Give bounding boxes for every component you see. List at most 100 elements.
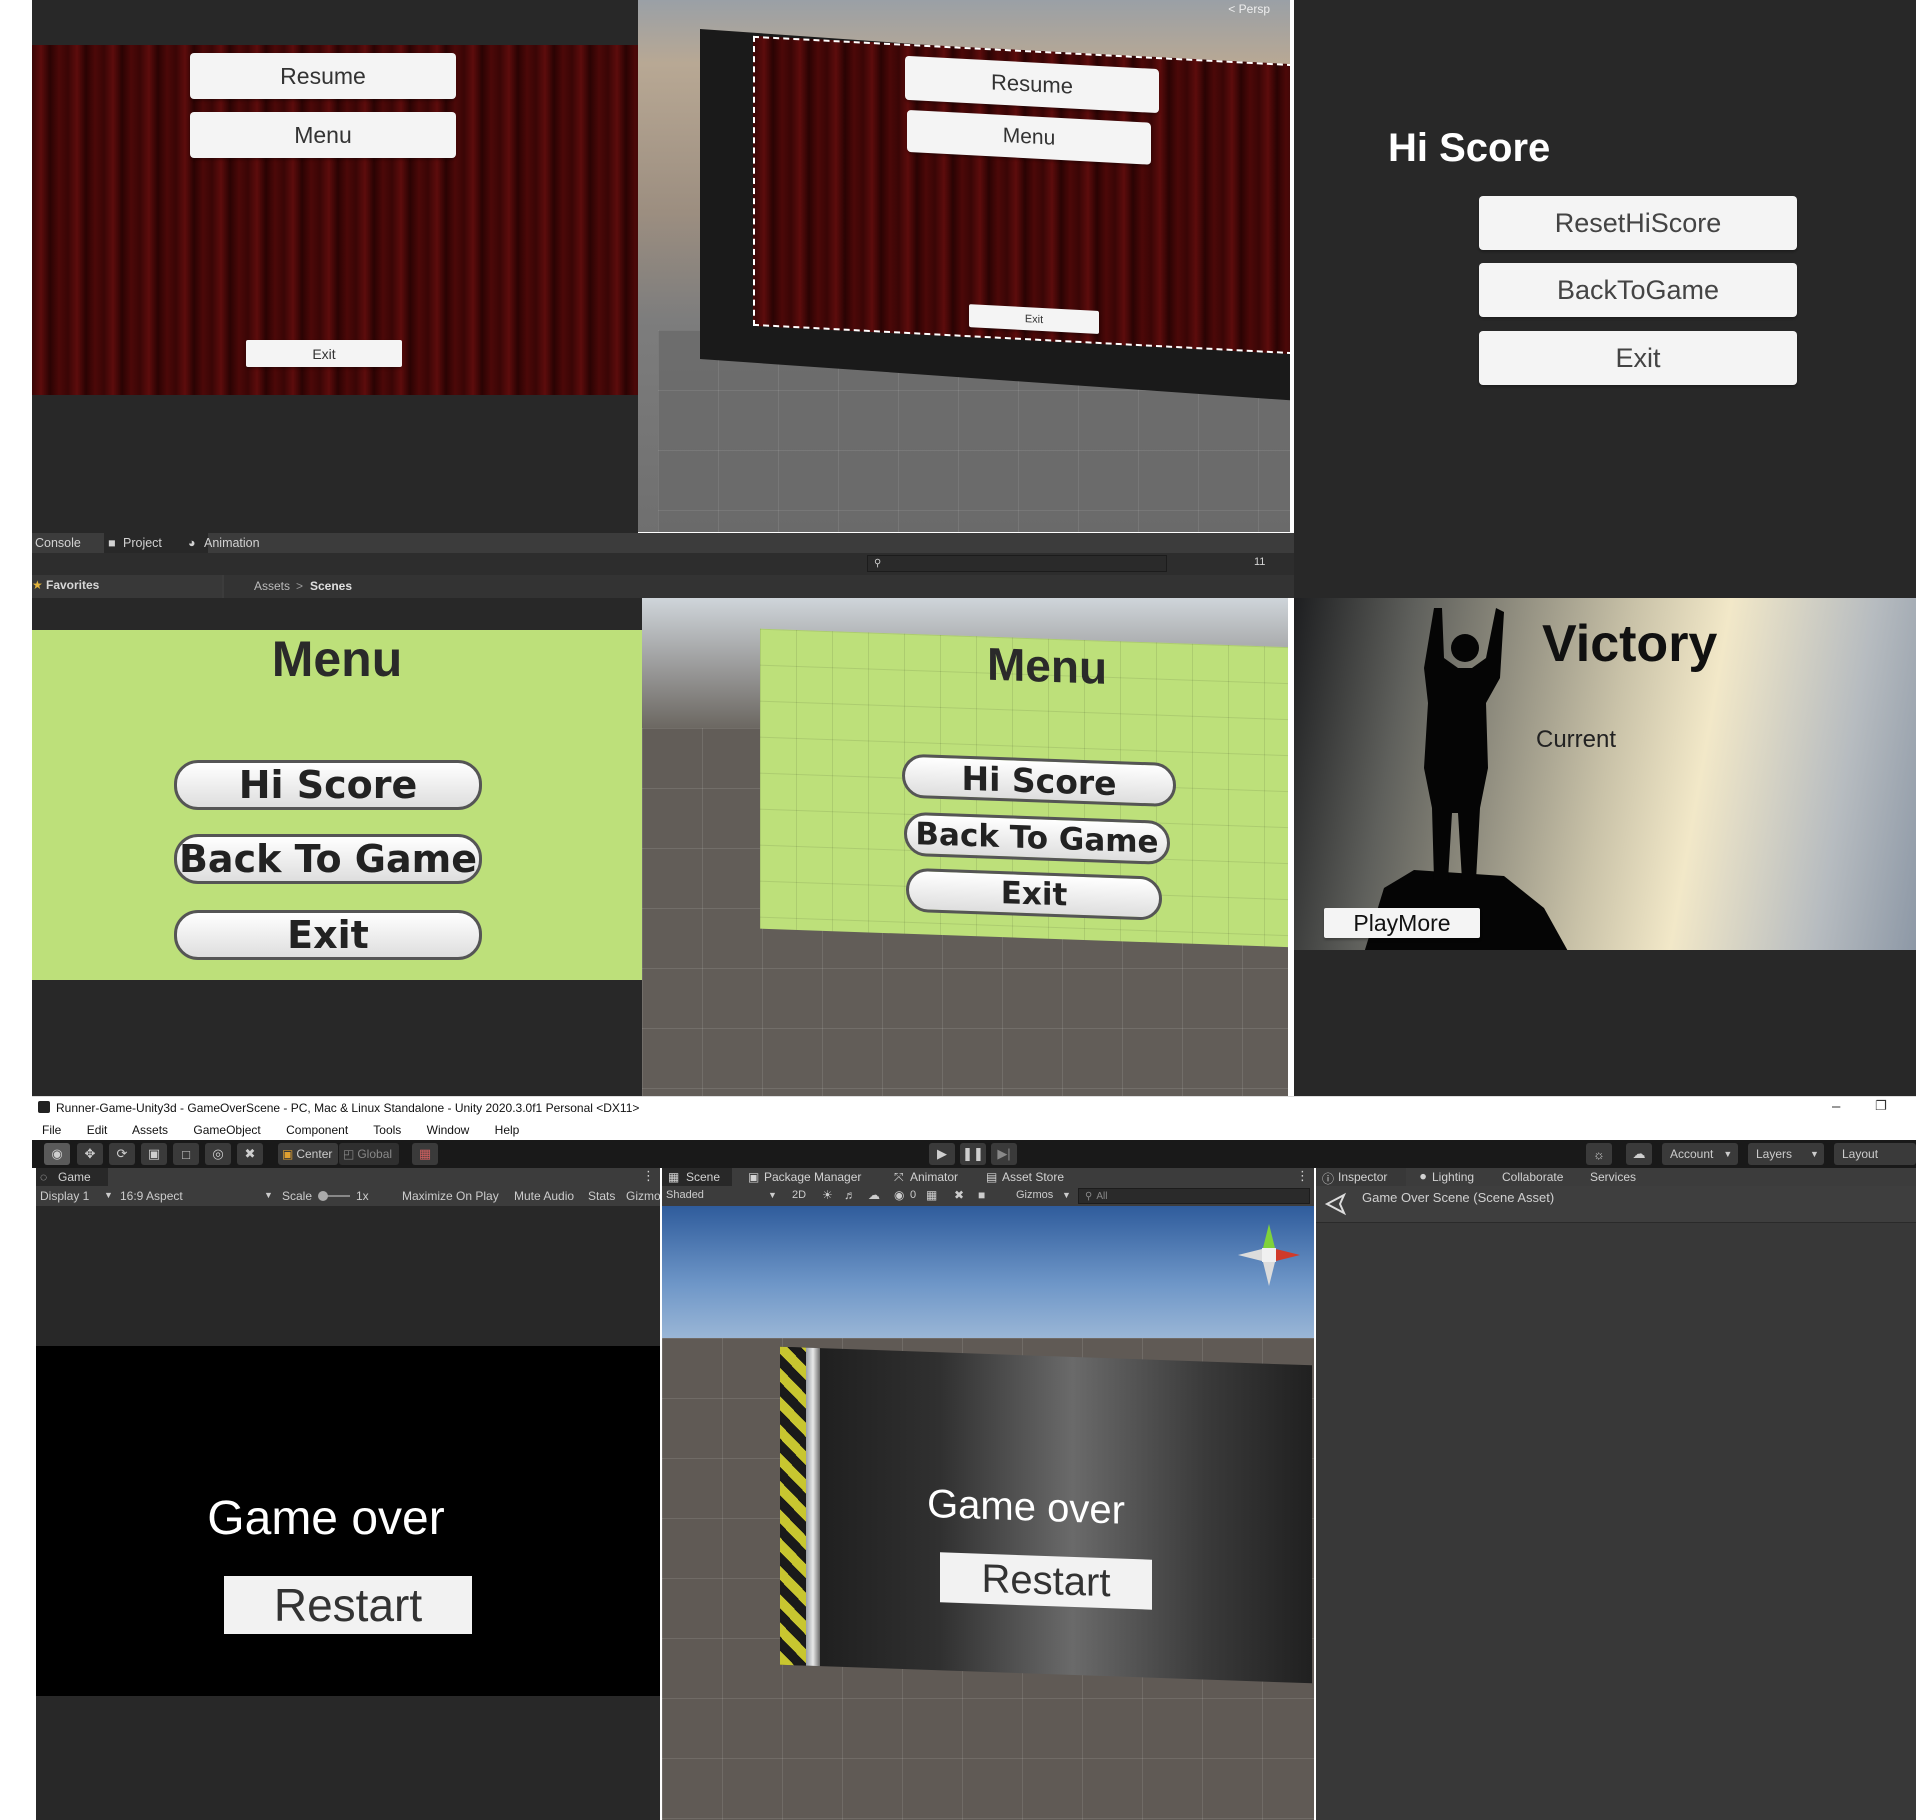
camera-icon[interactable]: ■ — [978, 1188, 985, 1202]
audio-icon[interactable]: ♬ — [844, 1188, 856, 1202]
restart-button[interactable]: Restart — [224, 1576, 472, 1634]
back-to-game-button[interactable]: Back To Game — [904, 811, 1170, 865]
maximize-on-play-toggle[interactable]: Maximize On Play — [402, 1189, 499, 1203]
snap-grid-icon[interactable]: ▦ — [412, 1143, 438, 1165]
tools-icon[interactable]: ✖ — [954, 1188, 964, 1202]
pause-icon[interactable]: ❚❚ — [960, 1143, 986, 1165]
persp-label[interactable]: < Persp — [1228, 2, 1270, 16]
view-tool-icon[interactable]: ◉ — [44, 1143, 70, 1165]
pivot-center-label: Center — [296, 1147, 333, 1161]
unity-scene-icon — [1324, 1192, 1347, 1216]
mute-audio-toggle[interactable]: Mute Audio — [514, 1189, 574, 1203]
menu-edit[interactable]: Edit — [87, 1123, 108, 1137]
move-tool-icon[interactable]: ✥ — [77, 1143, 103, 1165]
display-dropdown[interactable]: Display 1 — [40, 1189, 89, 1203]
play-icon[interactable]: ▶ — [929, 1143, 955, 1165]
scale-tool-icon[interactable]: ▣ — [141, 1143, 167, 1165]
gizmos-toggle[interactable]: Gizmo — [626, 1189, 660, 1203]
cloud-icon[interactable]: ☁ — [1626, 1143, 1652, 1165]
tab-animator[interactable]: Animator — [910, 1170, 958, 1184]
transform-tool-icon[interactable]: ◎ — [205, 1143, 231, 1165]
menu-button[interactable]: Menu — [907, 109, 1151, 165]
tab-services[interactable]: Services — [1590, 1170, 1636, 1184]
step-icon[interactable]: ▶| — [991, 1143, 1017, 1165]
exit-button[interactable]: Exit — [969, 304, 1099, 334]
menu-file[interactable]: File — [42, 1123, 61, 1137]
hidden-count[interactable]: 11 — [1254, 556, 1265, 568]
scene-view-pause[interactable]: < Persp Resume Menu Exit — [638, 0, 1290, 532]
more-options-icon[interactable]: ⋮ — [642, 1168, 655, 1184]
services-icon[interactable]: ☼ — [1586, 1143, 1612, 1165]
tab-game[interactable]: ◌ Game — [36, 1168, 108, 1186]
scene-view-menu[interactable]: Menu Hi Score Back To Game Exit — [642, 598, 1288, 1096]
pivot-center-toggle[interactable]: ▣ Center — [278, 1143, 338, 1165]
aspect-dropdown[interactable]: 16:9 Aspect — [120, 1189, 183, 1203]
mode-2d-toggle[interactable]: 2D — [792, 1189, 806, 1201]
scene-toolbar: Shaded ▼ 2D ☀ ♬ ☁ ◉ 0 ▦ ✖ ■ Gizmos ▼ ⚲ Al… — [662, 1186, 1314, 1206]
scene-search-input[interactable]: ⚲ All — [1078, 1188, 1310, 1204]
resume-button[interactable]: Resume — [905, 55, 1159, 114]
menu-game-top-bar — [32, 598, 642, 630]
scale-slider-handle[interactable] — [318, 1191, 328, 1201]
restart-button[interactable]: Restart — [940, 1552, 1152, 1610]
minimize-icon[interactable]: – — [1832, 1098, 1840, 1115]
grid-toggle-icon[interactable]: ▦ — [926, 1188, 937, 1202]
menu-button[interactable]: Menu — [190, 112, 456, 158]
hiscore-button[interactable]: Hi Score — [174, 760, 482, 810]
menu-bar: File Edit Assets GameObject Component To… — [32, 1120, 1916, 1140]
tab-package-manager[interactable]: Package Manager — [764, 1170, 861, 1184]
rect-tool-icon[interactable]: □ — [173, 1143, 199, 1165]
reset-hiscore-button[interactable]: ResetHiScore — [1479, 196, 1797, 250]
menu-assets[interactable]: Assets — [132, 1123, 168, 1137]
exit-button[interactable]: Exit — [1479, 331, 1797, 385]
effects-icon[interactable]: ☁ — [868, 1188, 880, 1202]
breadcrumb-assets[interactable]: Assets — [254, 579, 290, 593]
favorites-label[interactable]: Favorites — [46, 578, 99, 592]
more-options-icon[interactable]: ⋮ — [1296, 1168, 1309, 1184]
scene-gizmo-icon[interactable] — [1232, 1218, 1306, 1292]
animator-icon: ⤧ — [894, 1170, 904, 1184]
breadcrumb-scenes[interactable]: Scenes — [310, 579, 352, 593]
rotate-tool-icon[interactable]: ⟳ — [109, 1143, 135, 1165]
resume-button[interactable]: Resume — [190, 53, 456, 99]
menu-window[interactable]: Window — [427, 1123, 470, 1137]
tab-lighting[interactable]: Lighting — [1432, 1170, 1474, 1184]
search-icon[interactable]: ⚲ — [867, 555, 1167, 572]
visibility-icon[interactable]: ◉ — [894, 1188, 904, 1202]
lighting-icon[interactable]: ☀ — [822, 1188, 833, 1202]
hiscore-button[interactable]: Hi Score — [902, 753, 1176, 808]
pivot-global-toggle[interactable]: ◰ Global — [339, 1143, 399, 1165]
info-icon: ⓘ — [1322, 1172, 1335, 1186]
tab-project[interactable]: Project — [123, 536, 162, 550]
playmore-button[interactable]: PlayMore — [1324, 908, 1480, 938]
restore-icon[interactable]: ❐ — [1875, 1098, 1887, 1114]
tab-inspector[interactable]: ⓘ Inspector — [1316, 1168, 1406, 1186]
exit-button[interactable]: Exit — [906, 867, 1162, 921]
back-to-game-button[interactable]: Back To Game — [174, 834, 482, 884]
game-canvas: Game over Restart — [36, 1346, 660, 1696]
menu-component[interactable]: Component — [286, 1123, 348, 1137]
stats-toggle[interactable]: Stats — [588, 1189, 615, 1203]
chevron-down-icon: ▼ — [1810, 1149, 1819, 1159]
menu-tools[interactable]: Tools — [373, 1123, 401, 1137]
account-dropdown[interactable]: Account ▼ — [1662, 1143, 1738, 1165]
gizmos-dropdown[interactable]: Gizmos — [1016, 1189, 1053, 1201]
tab-console[interactable]: Console — [35, 536, 81, 550]
layers-dropdown[interactable]: Layers ▼ — [1748, 1143, 1824, 1165]
back-to-game-button[interactable]: BackToGame — [1479, 263, 1797, 317]
menu-canvas: Menu Hi Score Back To Game Exit — [760, 628, 1288, 948]
layout-dropdown[interactable]: Layout — [1834, 1143, 1916, 1165]
tab-scene[interactable]: ▦ Scene — [662, 1168, 732, 1186]
exit-button[interactable]: Exit — [246, 340, 402, 367]
shaded-dropdown[interactable]: Shaded — [666, 1189, 704, 1201]
exit-button[interactable]: Exit — [174, 910, 482, 960]
tab-collaborate[interactable]: Collaborate — [1502, 1170, 1563, 1184]
menu-gameobject[interactable]: GameObject — [193, 1123, 260, 1137]
custom-tool-icon[interactable]: ✖ — [237, 1143, 263, 1165]
game-toolbar: Display 1 ▼ 16:9 Aspect ▼ Scale 1x Maxim… — [36, 1186, 660, 1206]
tab-animation[interactable]: Animation — [204, 536, 260, 550]
menu-help[interactable]: Help — [495, 1123, 520, 1137]
lightbulb-icon: ⚫ — [1418, 1170, 1429, 1184]
favorites-section: ★ Favorites — [32, 575, 222, 598]
tab-asset-store[interactable]: Asset Store — [1002, 1170, 1064, 1184]
